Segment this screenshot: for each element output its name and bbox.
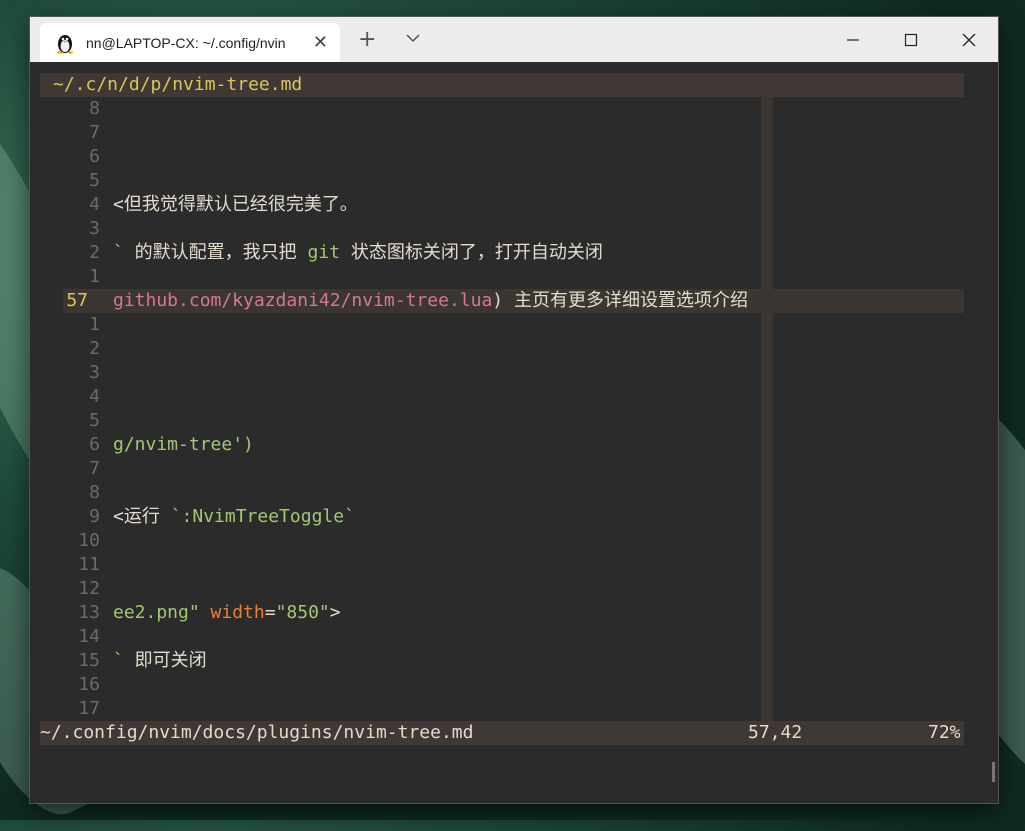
chevron-down-icon[interactable] [402, 27, 424, 49]
scroll-percent: 72% [928, 721, 961, 745]
terminal-tab[interactable]: nn@LAPTOP-CX: ~/.config/nvin ✕ [40, 23, 340, 62]
text-segment: "850" [276, 602, 330, 623]
new-tab-button[interactable]: + [358, 27, 376, 52]
line-number: 10 [30, 529, 100, 553]
line-number: 3 [30, 361, 100, 385]
status-file-path: ~/.config/nvim/docs/plugins/nvim-tree.md [40, 721, 473, 745]
line-number: 5 [30, 169, 100, 193]
scrollbar[interactable] [992, 762, 995, 782]
close-window-button[interactable] [940, 17, 998, 62]
line-number: 57 [18, 289, 88, 313]
line-number: 14 [30, 625, 100, 649]
minimize-icon [846, 33, 860, 47]
minimize-button[interactable] [824, 17, 882, 62]
text-segment: 的默认配置，我只把 [124, 242, 308, 263]
statusline: ~/.config/nvim/docs/plugins/nvim-tree.md… [40, 721, 964, 745]
text-segment: github.com/kyazdani42/nvim-tree.lua [113, 290, 492, 311]
text-segment: g/nvim-tree') [113, 434, 254, 455]
text-segment: width [211, 602, 265, 623]
line-number: 7 [30, 457, 100, 481]
title-bar: nn@LAPTOP-CX: ~/.config/nvin ✕ + [30, 17, 998, 62]
maximize-button[interactable] [882, 17, 940, 62]
line-number: 15 [30, 649, 100, 673]
line-number: 4 [30, 193, 100, 217]
line-number: 2 [30, 241, 100, 265]
line-number: 5 [30, 409, 100, 433]
nvim-tabline[interactable]: ~/.c/n/d/p/nvim-tree.md [40, 73, 964, 97]
text-segment: 即可关闭 [124, 650, 207, 671]
line-number: 3 [30, 217, 100, 241]
text-segment: <运行 [113, 506, 171, 527]
line-number: 2 [30, 337, 100, 361]
line-number: 12 [30, 577, 100, 601]
text-segment: = [265, 602, 276, 623]
color-column [761, 97, 773, 721]
line-text: <运行 `:NvimTreeToggle` [113, 505, 355, 529]
line-number: 17 [30, 697, 100, 721]
line-number: 7 [30, 121, 100, 145]
line-number: 1 [30, 313, 100, 337]
text-segment: ) 主页有更多详细设置选项介绍 [492, 290, 748, 311]
close-icon [961, 32, 977, 48]
line-number: 8 [30, 481, 100, 505]
text-segment: ee2.png" [113, 602, 211, 623]
line-number: 9 [30, 505, 100, 529]
line-number: 11 [30, 553, 100, 577]
line-text: ee2.png" width="850"> [113, 601, 341, 625]
tab-title: nn@LAPTOP-CX: ~/.config/nvin [86, 35, 298, 51]
text-segment: ` [113, 650, 124, 671]
line-number: 8 [30, 97, 100, 121]
text-segment: `:NvimTreeToggle` [171, 506, 355, 527]
text-segment: > [330, 602, 341, 623]
line-text: ` 即可关闭 [113, 649, 207, 673]
cursor-position: 57,42 [748, 721, 802, 745]
line-text: <但我觉得默认已经很完美了。 [113, 193, 358, 217]
text-segment: git [308, 242, 341, 263]
close-tab-icon[interactable]: ✕ [313, 32, 328, 53]
tabline-path: ~/.c/n/d/p/nvim-tree.md [53, 74, 302, 95]
line-text: g/nvim-tree') [113, 433, 254, 457]
terminal-area[interactable]: ~/.c/n/d/p/nvim-tree.md 87654<但我觉得默认已经很完… [30, 62, 998, 803]
text-segment: <但我觉得默认已经很完美了。 [113, 194, 358, 215]
maximize-icon [904, 33, 918, 47]
linux-penguin-icon [54, 32, 76, 54]
command-line[interactable] [30, 745, 964, 803]
line-number: 6 [30, 433, 100, 457]
terminal-window: nn@LAPTOP-CX: ~/.config/nvin ✕ + ~/.c/n/… [30, 17, 998, 803]
line-number: 6 [30, 145, 100, 169]
text-segment: ` [113, 242, 124, 263]
line-text: github.com/kyazdani42/nvim-tree.lua) 主页有… [113, 289, 748, 313]
text-segment: 状态图标关闭了，打开自动关闭 [340, 242, 603, 263]
line-number: 1 [30, 265, 100, 289]
line-number: 13 [30, 601, 100, 625]
line-number: 4 [30, 385, 100, 409]
line-number: 16 [30, 673, 100, 697]
line-text: ` 的默认配置，我只把 git 状态图标关闭了，打开自动关闭 [113, 241, 603, 265]
